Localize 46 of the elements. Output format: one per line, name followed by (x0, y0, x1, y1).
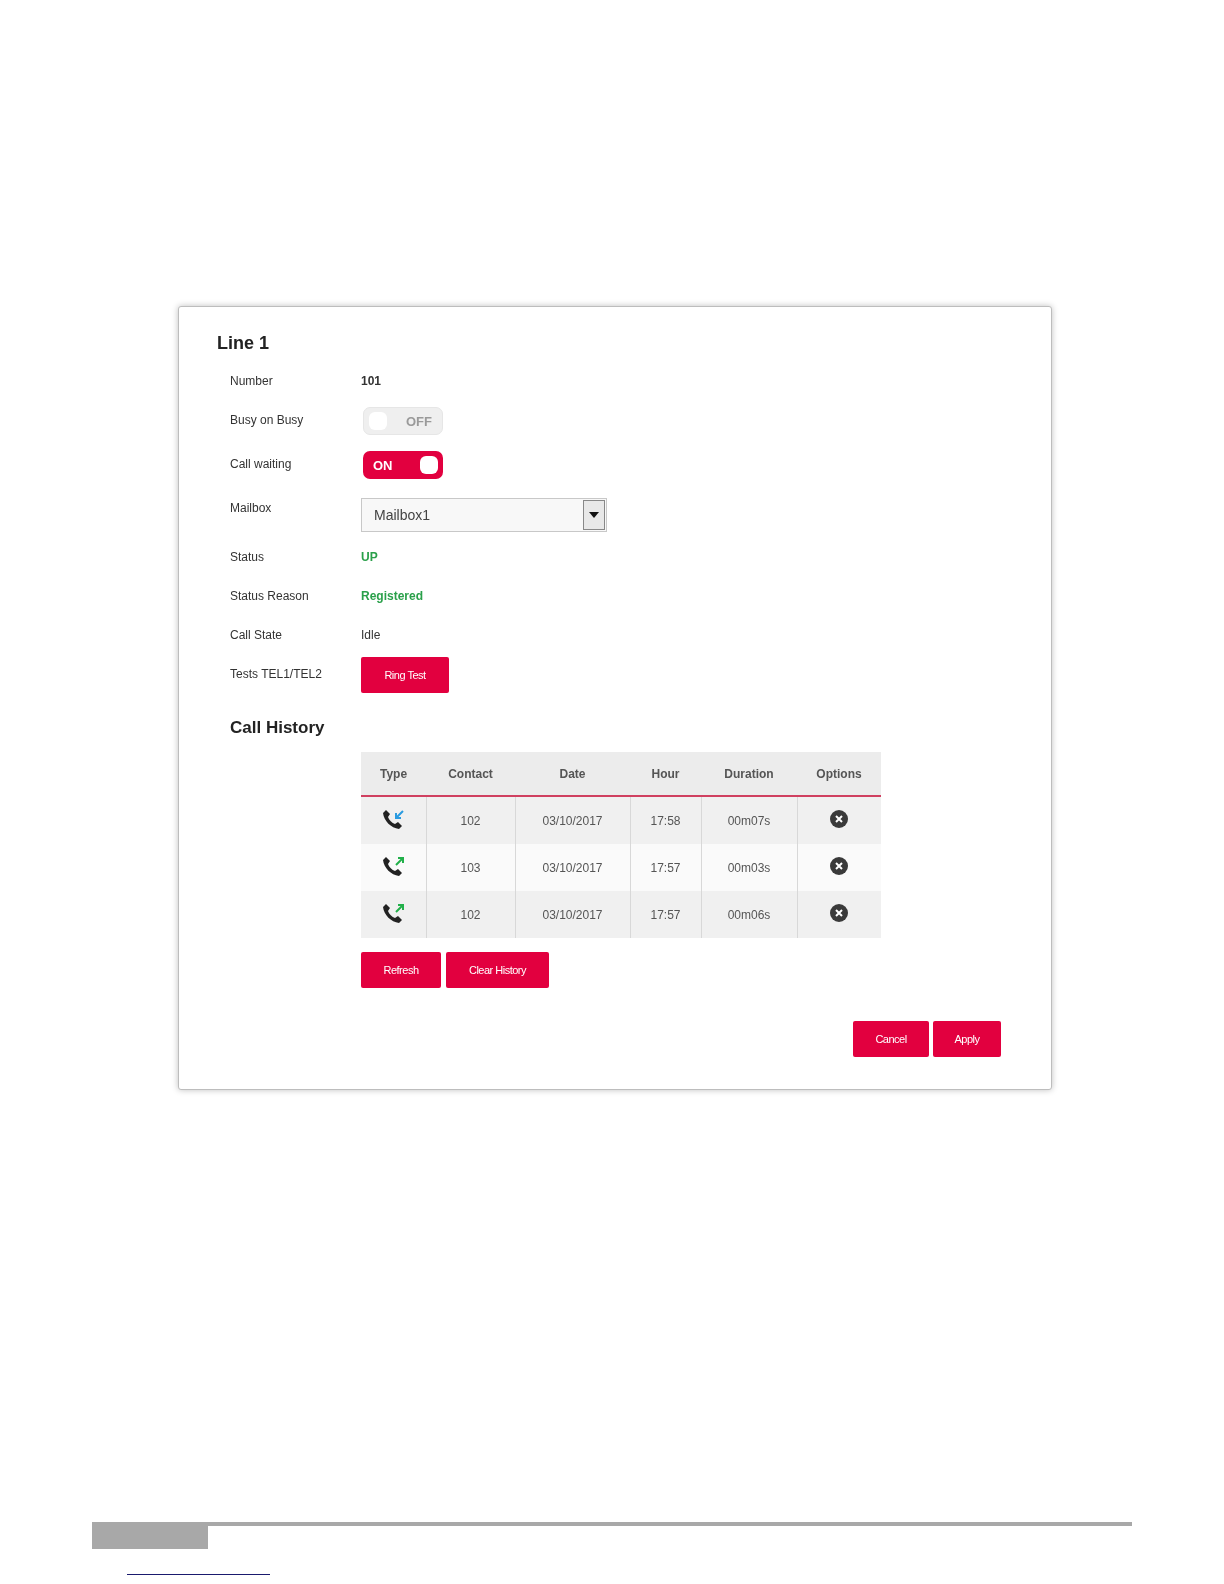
table-cell: 00m07s (701, 796, 797, 844)
outgoing-call-icon (382, 855, 405, 877)
outgoing-call-icon (382, 902, 405, 924)
field-label: Call State (230, 628, 283, 642)
field-label: Busy on Busy (230, 413, 304, 427)
table-cell: 00m06s (701, 891, 797, 938)
field-label: Status Reason (230, 589, 309, 603)
field-value: 101 (361, 374, 382, 388)
table-cell: 17:57 (630, 891, 701, 938)
field-label: Number (230, 374, 273, 388)
field-value: UP (361, 550, 378, 564)
toggle-switch[interactable]: ON (363, 451, 443, 479)
field-value: Registered (361, 589, 424, 603)
refresh-button[interactable]: Refresh (361, 952, 441, 988)
column-header: Date (515, 752, 630, 796)
column-header: Contact (426, 752, 515, 796)
incoming-call-icon (382, 808, 405, 830)
field-label: Mailbox (230, 501, 272, 515)
column-header: Hour (630, 752, 701, 796)
table-cell: 17:58 (630, 796, 701, 844)
apply-button[interactable]: Apply (933, 1021, 1001, 1057)
panel-title: Line 1 (217, 333, 270, 354)
delete-icon[interactable] (830, 904, 849, 922)
field-label: Tests TEL1/TEL2 (230, 667, 322, 681)
cancel-button[interactable]: Cancel (853, 1021, 929, 1057)
column-header: Options (797, 752, 881, 796)
field-label: Call waiting (230, 457, 292, 471)
table-cell: 17:57 (630, 844, 701, 891)
column-header: Duration (701, 752, 797, 796)
delete-icon[interactable] (830, 857, 849, 875)
delete-icon[interactable] (830, 810, 849, 828)
table-cell: 102 (426, 891, 515, 938)
field-value: Idle (361, 628, 381, 642)
clear-history-button[interactable]: Clear History (446, 952, 549, 988)
table-cell: 03/10/2017 (515, 796, 630, 844)
mailbox-select[interactable]: Mailbox1 (361, 498, 607, 532)
table-cell: 102 (426, 796, 515, 844)
table-cell: 03/10/2017 (515, 891, 630, 938)
toggle-switch[interactable]: OFF (363, 407, 443, 435)
column-header: Type (361, 752, 426, 796)
table-cell: 103 (426, 844, 515, 891)
table-cell: 03/10/2017 (515, 844, 630, 891)
ring-test-button[interactable]: Ring Test (361, 657, 449, 693)
field-label: Status (230, 550, 265, 564)
section-title: Call History (230, 718, 326, 738)
table-cell: 00m03s (701, 844, 797, 891)
